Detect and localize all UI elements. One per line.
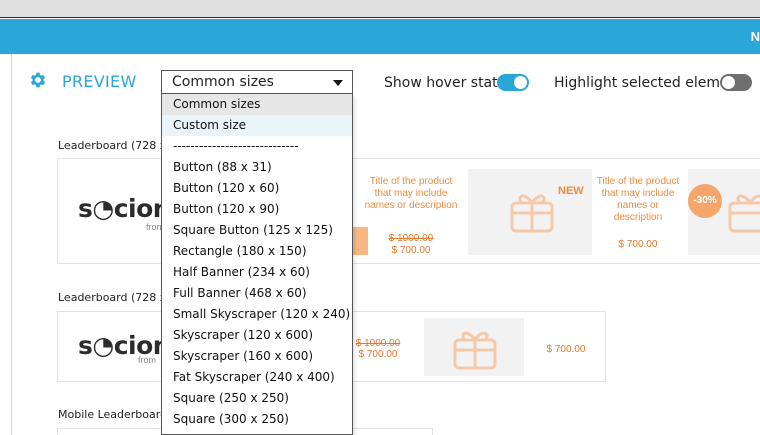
header-truncated-text: N <box>750 29 760 44</box>
product-title: Title of the product that may include na… <box>596 176 680 223</box>
app-header: N <box>0 19 760 54</box>
brand-logo: s◔cion <box>78 194 171 223</box>
product-image[interactable]: -30% <box>688 169 760 255</box>
toggle-knob <box>514 76 527 89</box>
browser-top-bar <box>0 0 760 18</box>
gift-box-icon <box>510 194 554 233</box>
hover-state-label: Show hover state <box>384 75 507 91</box>
section-label-mobile-leaderboard: Mobile Leaderboard ( <box>58 408 175 421</box>
dropdown-option[interactable]: Button (120 x 60) <box>162 178 352 199</box>
caret-down-icon <box>333 80 343 86</box>
hover-state-toggle[interactable] <box>497 74 529 91</box>
discount-badge: -30% <box>688 184 722 218</box>
dropdown-separator: ----------------------------- <box>173 139 299 153</box>
product-price: $ 700.00 <box>546 344 586 355</box>
dropdown-option[interactable]: Custom size <box>162 115 352 136</box>
dropdown-option[interactable]: Button (120 x 90) <box>162 199 352 220</box>
size-select-dropdown[interactable]: Common sizes Custom size ---------------… <box>161 94 353 435</box>
product-price: $ 700.00 <box>358 349 398 360</box>
gift-box-icon <box>453 331 497 370</box>
size-select-value: Common sizes <box>172 74 274 90</box>
dropdown-option[interactable]: Skyscraper (120 x 600) <box>162 325 352 346</box>
product-old-price: $ 1000.00 <box>388 233 434 244</box>
dropdown-option[interactable]: Common sizes <box>162 94 352 115</box>
new-badge: NEW <box>558 185 584 197</box>
dropdown-option[interactable]: Square (300 x 250) <box>162 409 352 430</box>
dropdown-option[interactable]: Fat Skyscraper (240 x 400) <box>162 367 352 388</box>
dropdown-option[interactable]: Half Banner (234 x 60) <box>162 262 352 283</box>
preview-title: PREVIEW <box>62 72 137 91</box>
product-price: $ 700.00 <box>391 245 431 256</box>
dropdown-option[interactable]: Square (250 x 250) <box>162 388 352 409</box>
section-label-leaderboard: Leaderboard (728 x 9 <box>58 139 177 152</box>
dropdown-option[interactable]: Small Skyscraper (120 x 240) <box>162 304 352 325</box>
panel-divider <box>11 54 12 435</box>
gear-icon <box>30 72 46 88</box>
product-price: $ 700.00 <box>618 239 658 250</box>
gift-box-icon <box>728 194 760 233</box>
section-label-leaderboard: Leaderboard (728 x 9 <box>58 291 177 304</box>
dropdown-option[interactable]: Button (88 x 31) <box>162 157 352 178</box>
product-old-price: $ 1000.00 <box>355 338 401 349</box>
product-image[interactable]: NEW <box>468 169 592 255</box>
size-select[interactable]: Common sizes <box>161 70 353 94</box>
brand-tagline: fron <box>146 222 162 232</box>
toggle-knob <box>722 76 735 89</box>
product-image[interactable] <box>424 318 524 376</box>
dropdown-option[interactable]: Rectangle (180 x 150) <box>162 241 352 262</box>
highlight-selected-label: Highlight selected element <box>554 75 743 91</box>
dropdown-option[interactable]: Skyscraper (160 x 600) <box>162 346 352 367</box>
brand-tagline: from <box>138 355 156 365</box>
highlight-selected-toggle[interactable] <box>720 74 752 91</box>
dropdown-option[interactable]: Full Banner (468 x 60) <box>162 283 352 304</box>
dropdown-option[interactable]: Square Button (125 x 125) <box>162 220 352 241</box>
product-title: Title of the product that may include na… <box>364 176 458 211</box>
